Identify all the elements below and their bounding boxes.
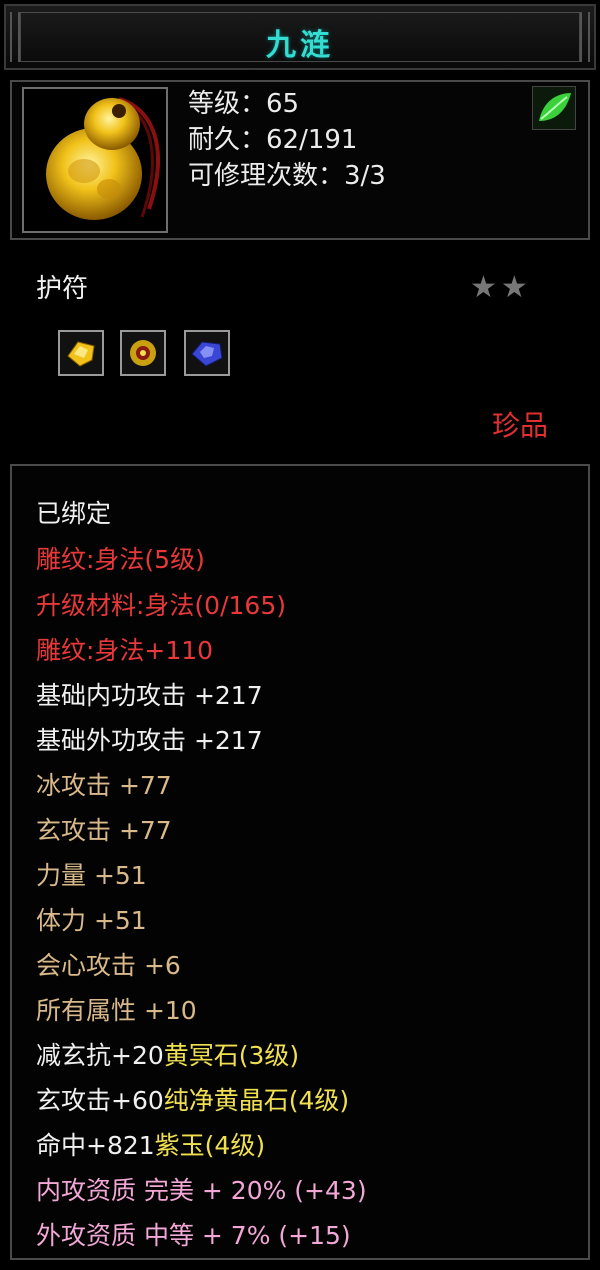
base-inner-attack: 基础内功攻击 +217 <box>36 681 263 710</box>
gem-3-stat: 命中+821 <box>36 1131 155 1160</box>
stamina-stat: 体力 +51 <box>36 906 147 935</box>
strength-stat: 力量 +51 <box>36 861 147 890</box>
gem-3-name: 紫玉(4级) <box>154 1131 266 1160</box>
item-type: 护符 <box>36 274 89 304</box>
upgrade-material-line: 升级材料:身法(0/165) <box>36 591 286 620</box>
engrave-line: 雕纹:身法(5级) <box>36 545 205 574</box>
base-outer-attack: 基础外功攻击 +217 <box>36 726 263 755</box>
item-name: 九涟 <box>266 28 334 63</box>
ice-attack: 冰攻击 +77 <box>36 771 172 800</box>
gold-crystal-icon[interactable] <box>58 330 104 376</box>
outer-attack-quality: 外攻资质 中等 + 7% (+15) <box>36 1221 351 1250</box>
all-attributes: 所有属性 +10 <box>36 996 197 1025</box>
title-bar: 九涟 <box>4 4 596 70</box>
rarity-label: 珍品 <box>492 409 549 442</box>
item-durability: 耐久：62/191 <box>188 125 358 155</box>
bound-status: 已绑定 <box>36 499 112 528</box>
gem-2-stat: 玄攻击+60 <box>36 1086 164 1115</box>
xuan-attack: 玄攻击 +77 <box>36 816 172 845</box>
item-properties-panel: 已绑定 雕纹:身法(5级) 升级材料:身法(0/165) 雕纹:身法+110 基… <box>10 464 590 1260</box>
gem-1-stat: 减玄抗+20 <box>36 1041 164 1070</box>
gem-2-name: 纯净黄晶石(4级) <box>163 1086 350 1115</box>
gold-sun-icon[interactable] <box>120 330 166 376</box>
gem-1-name: 黄冥石(3级) <box>163 1041 300 1070</box>
item-level: 等级：65 <box>188 89 300 119</box>
crit-attack: 会心攻击 +6 <box>36 951 181 980</box>
gem-line-1: 减玄抗+20黄冥石(3级) <box>36 1036 299 1072</box>
gem-line-3: 命中+821紫玉(4级) <box>36 1126 265 1162</box>
blue-sapphire-icon[interactable] <box>184 330 230 376</box>
gem-line-2: 玄攻击+60纯净黄晶石(4级) <box>36 1081 349 1117</box>
item-repair-count: 可修理次数：3/3 <box>188 161 386 191</box>
item-stats: 等级：65 耐久：62/191 可修理次数：3/3 <box>188 86 386 194</box>
star-rating: ★★ <box>470 270 532 305</box>
inner-attack-quality: 内攻资质 完美 + 20% (+43) <box>36 1176 367 1205</box>
leaf-icon <box>532 86 576 130</box>
amulet-icon <box>22 87 168 233</box>
engrave-bonus-line: 雕纹:身法+110 <box>36 636 214 665</box>
